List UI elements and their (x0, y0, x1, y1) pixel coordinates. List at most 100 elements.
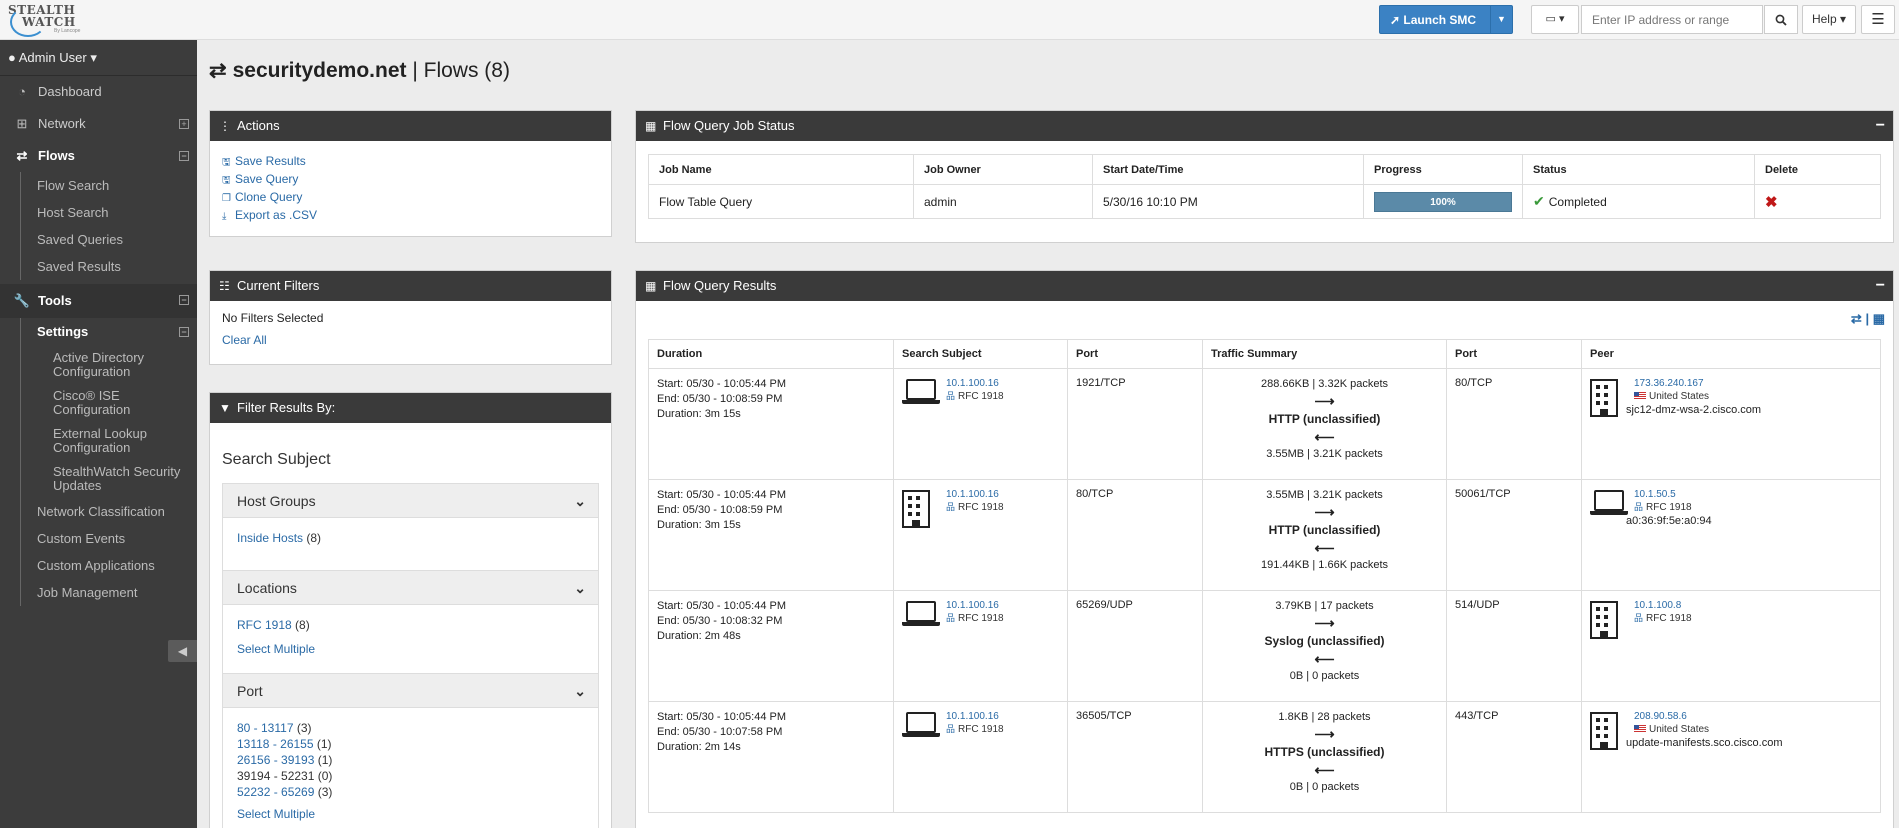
delete-icon[interactable]: ✖ (1765, 194, 1778, 211)
flows-icon: ⇄ (16, 148, 28, 163)
filter-rfc1918-link[interactable]: RFC 1918 (237, 618, 292, 632)
arrow-left-icon: ⟵ (1314, 429, 1335, 445)
save-query-link[interactable]: 🖫 Save Query (222, 171, 599, 189)
current-filters-header: ☷ Current Filters (210, 271, 611, 301)
caret-down-icon: ▾ (90, 50, 97, 65)
subject-ip-link[interactable]: 10.1.100.16 (946, 377, 1059, 390)
peer-ip-link[interactable]: 10.1.100.8 (1634, 599, 1872, 612)
download-icon: ⤓ (222, 211, 227, 222)
collapse-icon[interactable]: − (179, 151, 189, 161)
search-subject-host: 10.1.100.16 品 RFC 1918 (902, 599, 1059, 633)
filter-port-range-link[interactable]: 52232 - 65269 (237, 785, 314, 799)
table-row[interactable]: Start: 05/30 - 10:05:44 PM End: 05/30 - 1… (648, 590, 1881, 702)
hamburger-menu-button[interactable]: ☰ (1861, 5, 1895, 34)
copy-icon: ❐ (222, 193, 231, 204)
table-row[interactable]: Start: 05/30 - 10:05:44 PM End: 05/30 - 1… (648, 479, 1881, 591)
stealthwatch-logo[interactable]: STEALTH WATCH By Lancope (8, 4, 108, 37)
table-view-icon[interactable]: ▦ (1873, 311, 1885, 326)
clone-query-link[interactable]: ❐ Clone Query (222, 189, 599, 207)
table-row[interactable]: Start: 05/30 - 10:05:44 PM End: 05/30 - 1… (648, 701, 1881, 813)
sidebar-item-saved-results[interactable]: Saved Results (0, 253, 197, 280)
sidebar-item-flows[interactable]: ⇄ Flows − (0, 140, 197, 172)
sidebar-collapse-button[interactable]: ◀ (168, 640, 197, 662)
rocket-icon: ➚ (1390, 13, 1401, 27)
sidebar-item-settings[interactable]: Settings − (0, 318, 197, 346)
sidebar-label: Tools (38, 293, 72, 308)
tools-submenu: Settings − Active Directory Configuratio… (0, 318, 197, 606)
ip-search-input[interactable] (1581, 5, 1763, 34)
filter-port-range-link[interactable]: 13118 - 26155 (237, 737, 314, 751)
column-header: Delete (1754, 154, 1881, 185)
peer-ip-link[interactable]: 10.1.50.5 (1634, 488, 1872, 501)
job-start-time: 5/30/16 10:10 PM (1092, 184, 1364, 219)
chevron-down-icon: ⌄ (574, 683, 586, 699)
peer-ip-link[interactable]: 173.36.240.167 (1634, 377, 1872, 390)
collapse-panel-icon[interactable]: − (1876, 111, 1885, 141)
filter-port-range-link[interactable]: 80 - 13117 (237, 721, 294, 735)
sidebar-item-saved-queries[interactable]: Saved Queries (0, 226, 197, 253)
host-groups-header[interactable]: Host Groups ⌄ (223, 484, 598, 518)
launch-smc-dropdown-toggle[interactable]: ▼ (1490, 6, 1512, 33)
expand-icon[interactable]: + (179, 119, 189, 129)
page-title-count: | Flows (8) (406, 59, 510, 82)
launch-smc-button[interactable]: ➚ Launch SMC ▼ (1379, 5, 1513, 34)
help-menu-button[interactable]: Help ▾ (1802, 5, 1856, 34)
clear-all-link[interactable]: Clear All (222, 333, 267, 347)
port-header[interactable]: Port ⌄ (223, 674, 598, 708)
sidebar-item-custom-applications[interactable]: Custom Applications (0, 552, 197, 579)
collapse-icon[interactable]: − (179, 327, 189, 337)
locations-accordion: Locations ⌄ RFC 1918 (8) Select Multiple (222, 571, 599, 674)
table-row[interactable]: Start: 05/30 - 10:05:44 PM End: 05/30 - 1… (648, 368, 1881, 480)
sidebar-item-external-lookup[interactable]: External Lookup Configuration (0, 422, 197, 460)
swap-view-icon[interactable]: ⇄ (1851, 311, 1862, 326)
sidebar-item-network-classification[interactable]: Network Classification (0, 498, 197, 525)
no-filters-text: No Filters Selected (222, 311, 324, 325)
user-menu[interactable]: ● Admin User ▾ (0, 40, 197, 76)
link-label: Save Results (235, 154, 306, 168)
flow-start: Start: 05/30 - 10:05:44 PM (657, 489, 787, 501)
flow-results-header: ▦ Flow Query Results − (636, 271, 1893, 301)
accordion-title: Locations (237, 580, 297, 596)
filter-count: (1) (316, 737, 332, 751)
filter-inside-hosts-link[interactable]: Inside Hosts (237, 531, 303, 545)
panel-title: Current Filters (237, 278, 320, 293)
search-button[interactable] (1764, 5, 1798, 34)
sidebar-item-tools[interactable]: 🔧 Tools − (0, 284, 197, 318)
export-csv-link[interactable]: ⤓ Export as .CSV (222, 207, 599, 225)
locations-header[interactable]: Locations ⌄ (223, 571, 598, 605)
sidebar-item-security-updates[interactable]: StealthWatch Security Updates (0, 460, 197, 498)
page-title-domain: securitydemo.net (232, 59, 407, 82)
sidebar-item-network[interactable]: ⊞ Network + (0, 108, 197, 140)
port-select-multiple-link[interactable]: Select Multiple (237, 807, 315, 821)
save-results-link[interactable]: 🖫 Save Results (222, 153, 599, 171)
arrow-right-icon: ⟶ (1314, 393, 1335, 409)
collapse-panel-icon[interactable]: − (1876, 271, 1885, 301)
subject-ip-link[interactable]: 10.1.100.16 (946, 599, 1059, 612)
peer-ip-link[interactable]: 208.90.58.6 (1634, 710, 1872, 723)
sidebar-item-job-management[interactable]: Job Management (0, 579, 197, 606)
locations-select-multiple-link[interactable]: Select Multiple (237, 642, 315, 656)
subject-port: 65269/UDP (1067, 590, 1203, 702)
traffic-outbound: 3.79KB | 17 packets (1275, 600, 1374, 612)
sidebar-label: Flows (38, 148, 75, 163)
flow-protocol: Syslog (unclassified) (1264, 634, 1385, 648)
sidebar-item-cisco-ise[interactable]: Cisco® ISE Configuration (0, 384, 197, 422)
caret-down-icon: ▾ (1840, 12, 1847, 26)
checkmark-icon: ✔ (1533, 193, 1545, 209)
sidebar-item-active-directory[interactable]: Active Directory Configuration (0, 346, 197, 384)
job-status-text: Completed (1548, 195, 1607, 209)
subject-ip-link[interactable]: 10.1.100.16 (946, 710, 1059, 723)
subject-ip-link[interactable]: 10.1.100.16 (946, 488, 1059, 501)
peer-location: RFC 1918 (1646, 502, 1692, 513)
collapse-icon[interactable]: − (179, 295, 189, 305)
sidebar-item-dashboard[interactable]: ◔ Dashboard (0, 76, 197, 108)
sidebar-item-host-search[interactable]: Host Search (0, 199, 197, 226)
peer-location: RFC 1918 (1646, 613, 1692, 624)
search-subject-host: 10.1.100.16 品 RFC 1918 (902, 710, 1059, 744)
link-label: Save Query (235, 172, 299, 186)
subject-location: RFC 1918 (958, 391, 1004, 402)
sidebar-item-flow-search[interactable]: Flow Search (0, 172, 197, 199)
filter-port-range-link[interactable]: 26156 - 39193 (237, 753, 314, 767)
monitor-menu-button[interactable]: ▭ ▾ (1531, 5, 1579, 34)
sidebar-item-custom-events[interactable]: Custom Events (0, 525, 197, 552)
